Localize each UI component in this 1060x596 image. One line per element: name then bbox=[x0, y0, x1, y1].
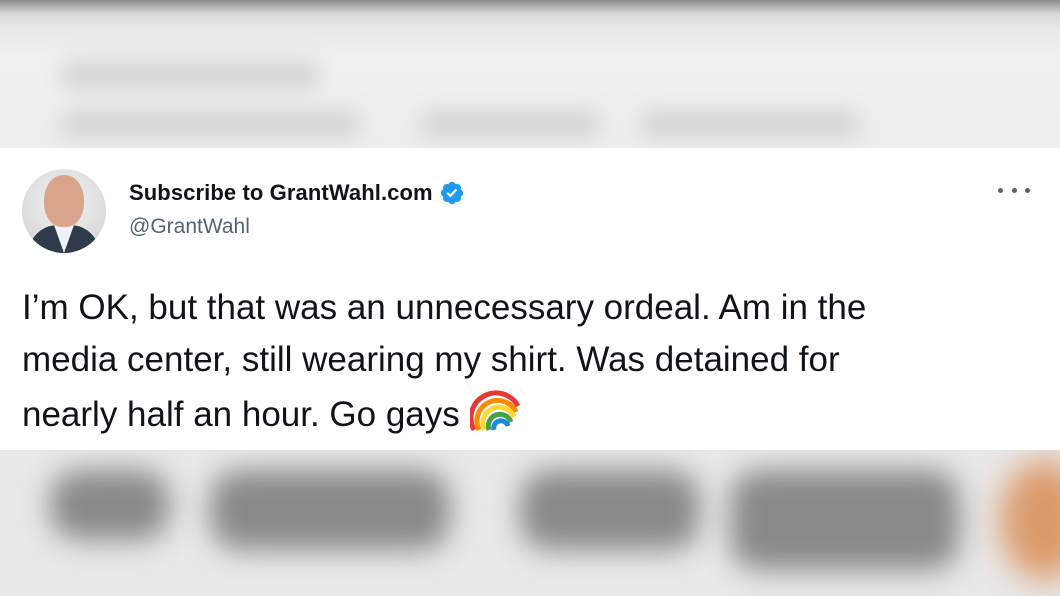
tweet-text: I’m OK, but that was an unnecessary orde… bbox=[22, 282, 1032, 441]
author-name-row: Subscribe to GrantWahl.com bbox=[129, 179, 465, 207]
rainbow-icon bbox=[469, 390, 520, 432]
more-options-button[interactable] bbox=[998, 178, 1030, 202]
blurred-background-bottom bbox=[0, 450, 1060, 596]
blurred-background-top bbox=[0, 0, 1060, 148]
tweet-text-line: media center, still wearing my shirt. Wa… bbox=[22, 340, 840, 379]
display-name[interactable]: Subscribe to GrantWahl.com bbox=[129, 180, 433, 206]
avatar[interactable] bbox=[22, 169, 106, 253]
tweet-text-line-last: nearly half an hour. Go gays bbox=[22, 386, 1032, 441]
tweet-text-line: I’m OK, but that was an unnecessary orde… bbox=[22, 288, 867, 327]
verified-badge-icon bbox=[440, 181, 463, 205]
tweet-card: Subscribe to GrantWahl.com @GrantWahl I’… bbox=[0, 148, 1060, 450]
handle[interactable]: @GrantWahl bbox=[129, 215, 250, 239]
more-options-icon bbox=[998, 187, 1003, 193]
